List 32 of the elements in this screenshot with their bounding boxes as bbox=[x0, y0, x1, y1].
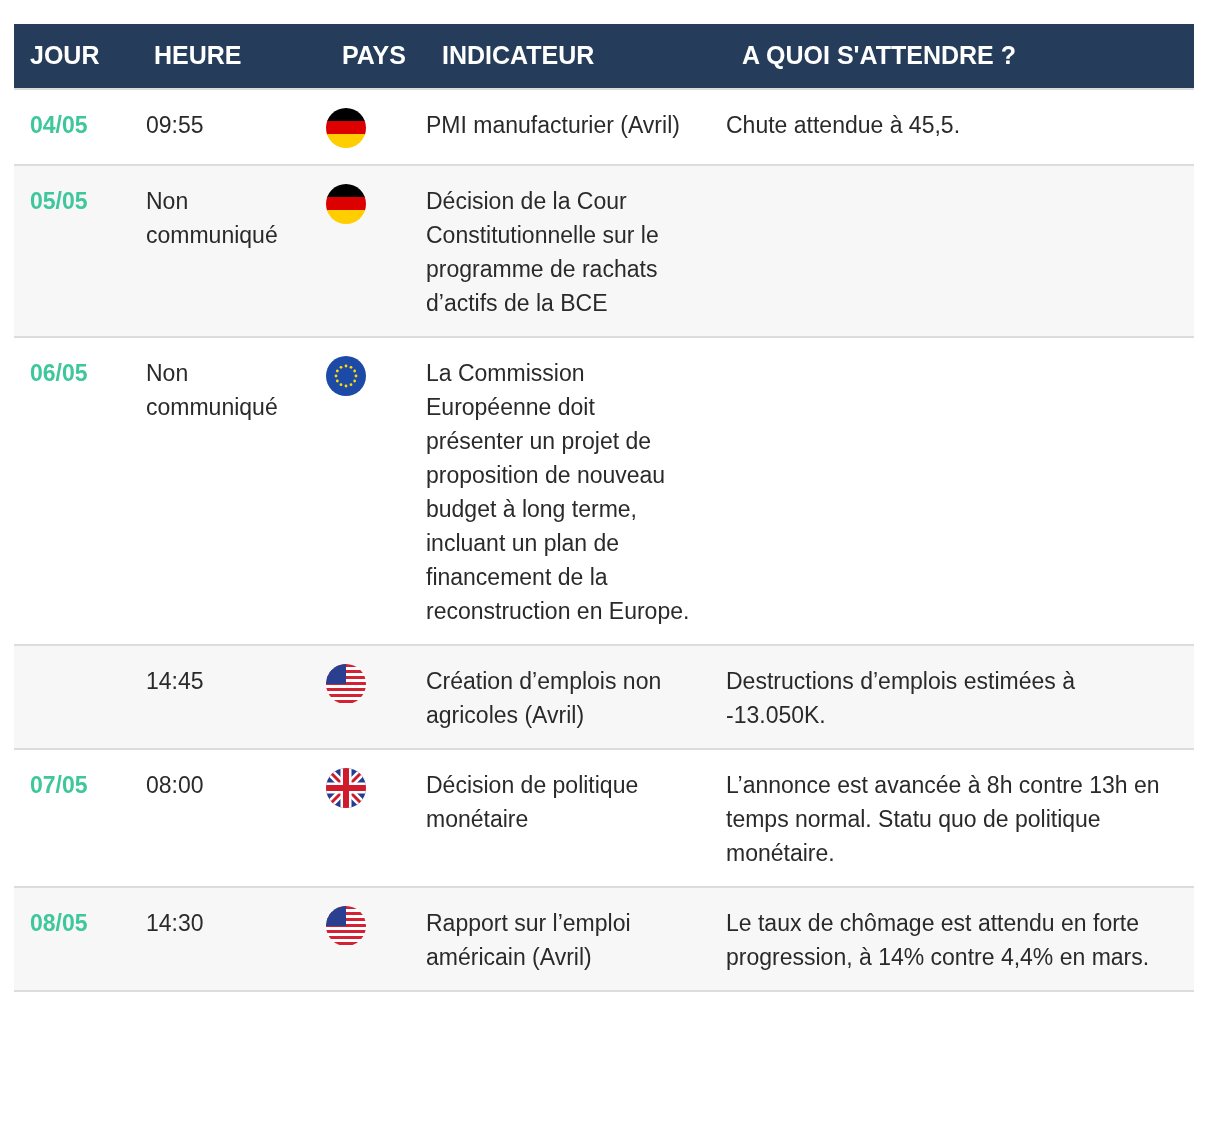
column-header: PAYS bbox=[342, 41, 406, 70]
expectation-cell: Destructions d’emplois estimées à -13.050K. bbox=[726, 668, 1075, 728]
indicator-cell: Rapport sur l’emploi américain (Avril) bbox=[426, 910, 631, 970]
date-cell: 08/05 bbox=[30, 910, 88, 936]
indicator-cell: PMI manufacturier (Avril) bbox=[426, 112, 680, 138]
flag-icon bbox=[326, 356, 366, 396]
flag-icon bbox=[326, 108, 366, 148]
time-cell: Non communiqué bbox=[146, 188, 278, 248]
column-header: INDICATEUR bbox=[442, 41, 595, 70]
date-cell: 05/05 bbox=[30, 188, 88, 214]
indicator-cell: La Commission Européenne doit présenter un projet de proposition de nouveau budget à long terme, incluant un plan de financement de la reconstruction en Europe. bbox=[426, 360, 690, 624]
time-cell: 14:45 bbox=[146, 668, 204, 694]
date-cell: 06/05 bbox=[30, 360, 88, 386]
expectation-cell: L’annonce est avancée à 8h contre 13h en temps normal. Statu quo de politique monétaire. bbox=[726, 772, 1160, 866]
indicator-cell: Décision de politique monétaire bbox=[426, 772, 639, 832]
time-cell: 09:55 bbox=[146, 112, 204, 138]
indicator-cell: Création d’emplois non agricoles (Avril) bbox=[426, 668, 662, 728]
time-cell: Non communiqué bbox=[146, 360, 278, 420]
time-cell: 14:30 bbox=[146, 910, 204, 936]
date-cell: 07/05 bbox=[30, 772, 88, 798]
column-header: JOUR bbox=[30, 41, 100, 70]
column-header: HEURE bbox=[154, 41, 242, 70]
date-cell: 04/05 bbox=[30, 112, 88, 138]
flag-icon bbox=[326, 906, 366, 946]
expectation-cell: Chute attendue à 45,5. bbox=[726, 112, 961, 138]
column-header: A QUOI S'ATTENDRE ? bbox=[742, 41, 1016, 70]
flag-icon bbox=[326, 768, 366, 808]
expectation-cell: Le taux de chômage est attendu en forte progression, à 14% contre 4,4% en mars. bbox=[726, 910, 1150, 970]
indicator-cell: Décision de la Cour Constitutionnelle sur le programme de rachats d’actifs de la BCE bbox=[426, 188, 659, 316]
flag-icon bbox=[326, 664, 366, 704]
flag-icon bbox=[326, 184, 366, 224]
time-cell: 08:00 bbox=[146, 772, 204, 798]
